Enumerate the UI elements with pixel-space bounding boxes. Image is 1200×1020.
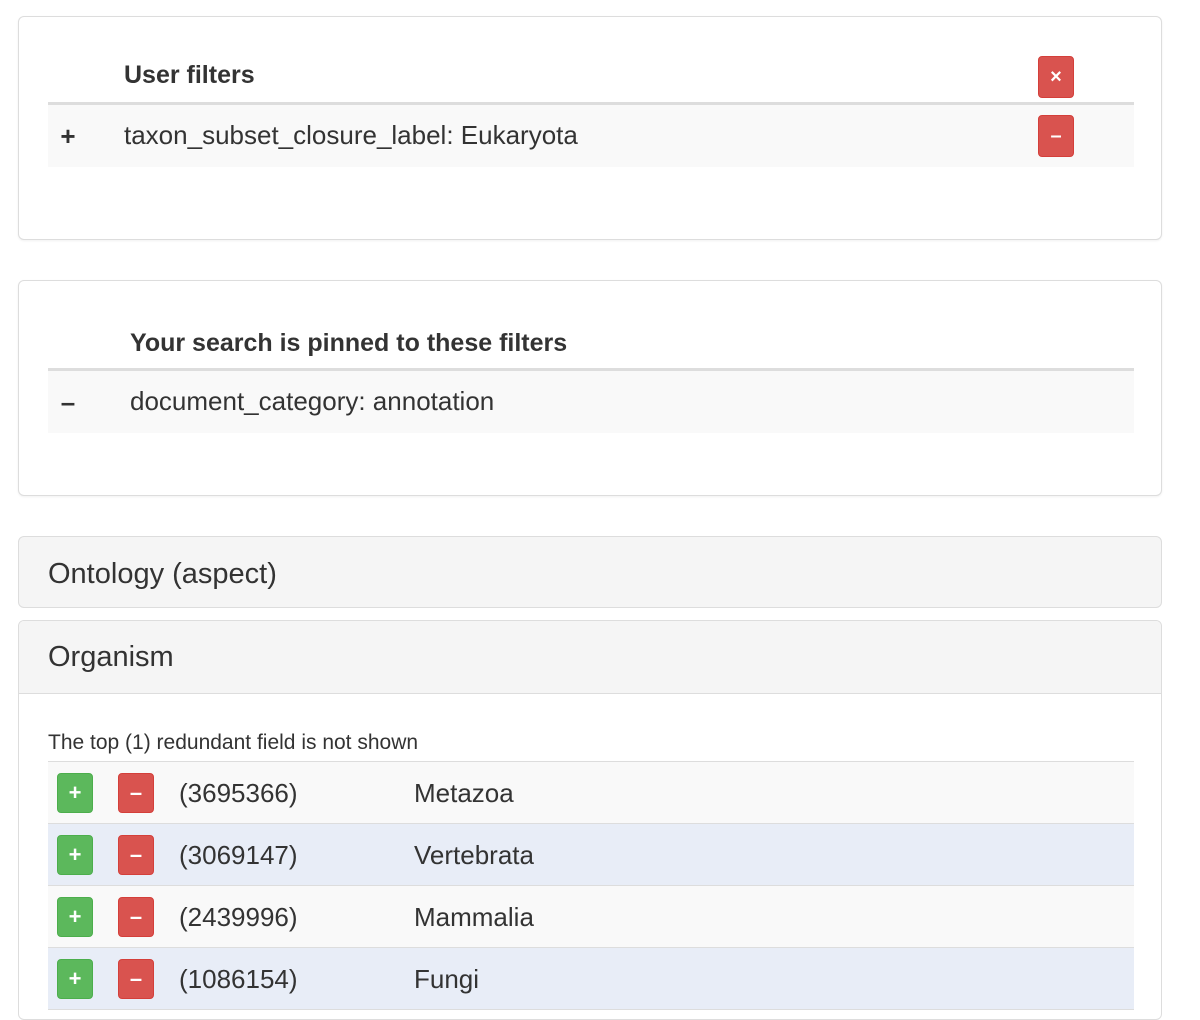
add-facet-filter-button[interactable]: +: [57, 897, 93, 937]
facet-count: (3695366): [179, 778, 298, 808]
accordion-organism-header[interactable]: Organism: [19, 621, 1161, 694]
redundant-field-note: The top (1) redundant field is not shown: [48, 731, 419, 754]
user-filters-header: User filters ×: [48, 53, 1134, 105]
facet-count: (3069147): [179, 840, 298, 870]
facet-count: (1086154): [179, 964, 298, 994]
user-filter-row: + taxon_subset_closure_label: Eukaryota …: [48, 105, 1134, 167]
pinned-filter-value: document_category: annotation: [130, 386, 495, 416]
exclude-facet-filter-button[interactable]: –: [118, 897, 154, 937]
pinned-filter-row: – document_category: annotation: [48, 371, 1134, 433]
exclude-facet-filter-button[interactable]: –: [118, 773, 154, 813]
user-filters-table: User filters × + taxon_subset_closure_la…: [48, 53, 1134, 167]
accordion-ontology-aspect[interactable]: Ontology (aspect): [18, 536, 1162, 608]
facet-row: + – (2439996) Mammalia: [48, 886, 1134, 948]
facet-count: (2439996): [179, 902, 298, 932]
add-facet-filter-button[interactable]: +: [57, 773, 93, 813]
pinned-filters-table: Your search is pinned to these filters –…: [48, 319, 1134, 433]
facet-label[interactable]: Mammalia: [414, 902, 534, 933]
clear-user-filters-button[interactable]: ×: [1038, 56, 1074, 98]
organism-facet-table: + – (3695366) Metazoa + – (3069147) Vert…: [48, 761, 1134, 1010]
facet-row: + – (1086154) Fungi: [48, 948, 1134, 1010]
facet-label[interactable]: Fungi: [414, 964, 479, 995]
facet-label[interactable]: Metazoa: [414, 778, 514, 809]
facet-row: + – (3069147) Vertebrata: [48, 824, 1134, 886]
facet-row: + – (3695366) Metazoa: [48, 762, 1134, 824]
facet-label[interactable]: Vertebrata: [414, 840, 534, 871]
accordion-ontology-title[interactable]: Ontology (aspect): [48, 558, 277, 591]
accordion-organism-title[interactable]: Organism: [48, 641, 174, 674]
add-facet-filter-button[interactable]: +: [57, 835, 93, 875]
pinned-filter-sign-icon: –: [60, 387, 76, 417]
user-filters-panel: User filters × + taxon_subset_closure_la…: [18, 16, 1162, 240]
toggle-filter-sign-icon[interactable]: +: [58, 121, 78, 152]
accordion-organism: Organism The top (1) redundant field is …: [18, 620, 1162, 1020]
user-filters-title: User filters: [124, 61, 255, 89]
user-filter-value: taxon_subset_closure_label: Eukaryota: [124, 120, 578, 150]
pinned-filters-panel: Your search is pinned to these filters –…: [18, 280, 1162, 496]
exclude-facet-filter-button[interactable]: –: [118, 835, 154, 875]
exclude-facet-filter-button[interactable]: –: [118, 959, 154, 999]
remove-filter-button[interactable]: –: [1038, 115, 1074, 157]
pinned-filters-header: Your search is pinned to these filters: [48, 319, 1134, 371]
pinned-filters-title: Your search is pinned to these filters: [130, 329, 568, 357]
add-facet-filter-button[interactable]: +: [57, 959, 93, 999]
